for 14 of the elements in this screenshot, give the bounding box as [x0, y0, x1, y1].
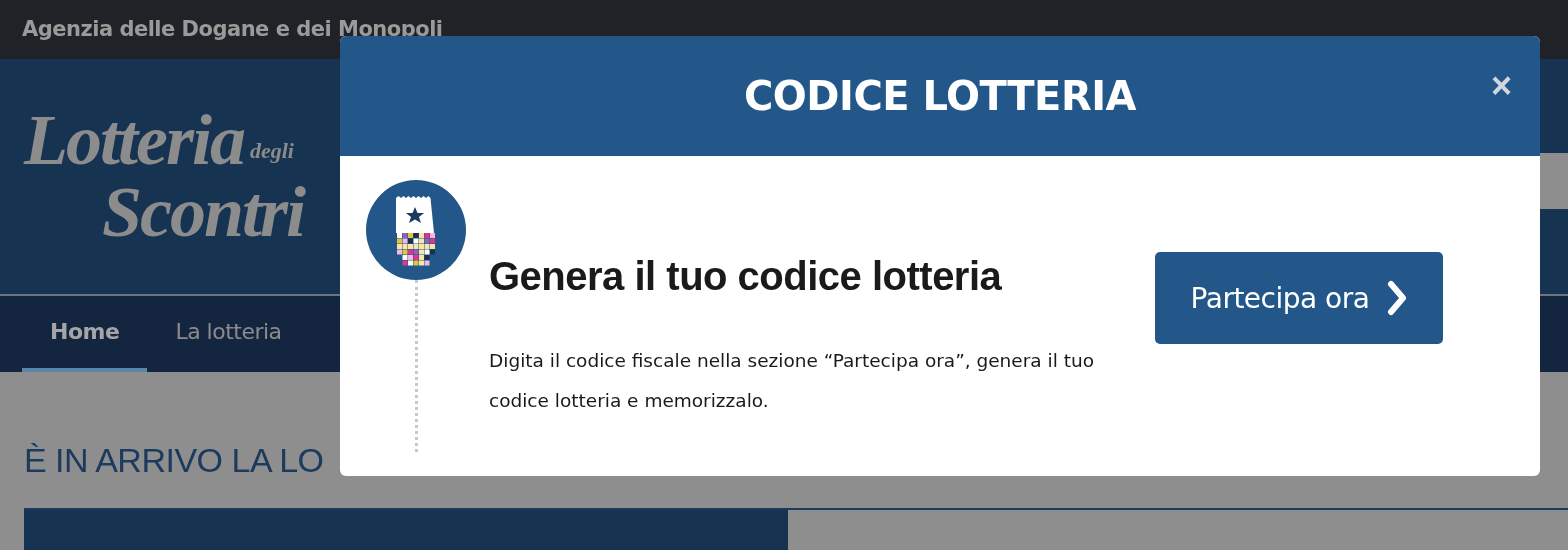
modal-title: CODICE LOTTERIA [743, 73, 1137, 119]
agency-title: Agenzia delle Dogane e dei Monopoli [22, 17, 443, 42]
step-heading: Genera il tuo codice lotteria [489, 254, 1003, 299]
chevron-right-icon [1387, 280, 1408, 316]
step-description: Digita il codice fiscale nella sezione “Partecipa ora”, genera il tuo codice lotteria e memorizzalo. [489, 349, 1095, 413]
logo-text: degli [249, 138, 294, 165]
logo-text: Scontri [102, 176, 305, 249]
nav-tab[interactable]: Home [22, 295, 148, 372]
page-heading: È IN ARRIVO LA LO [24, 440, 325, 481]
close-button[interactable]: × [1486, 68, 1516, 104]
nav-tab[interactable]: La lotteria [147, 295, 310, 372]
participate-button[interactable]: Partecipa ora [1155, 252, 1443, 344]
logo-text: Lotteria [24, 104, 244, 177]
ticket-icon [366, 180, 466, 280]
